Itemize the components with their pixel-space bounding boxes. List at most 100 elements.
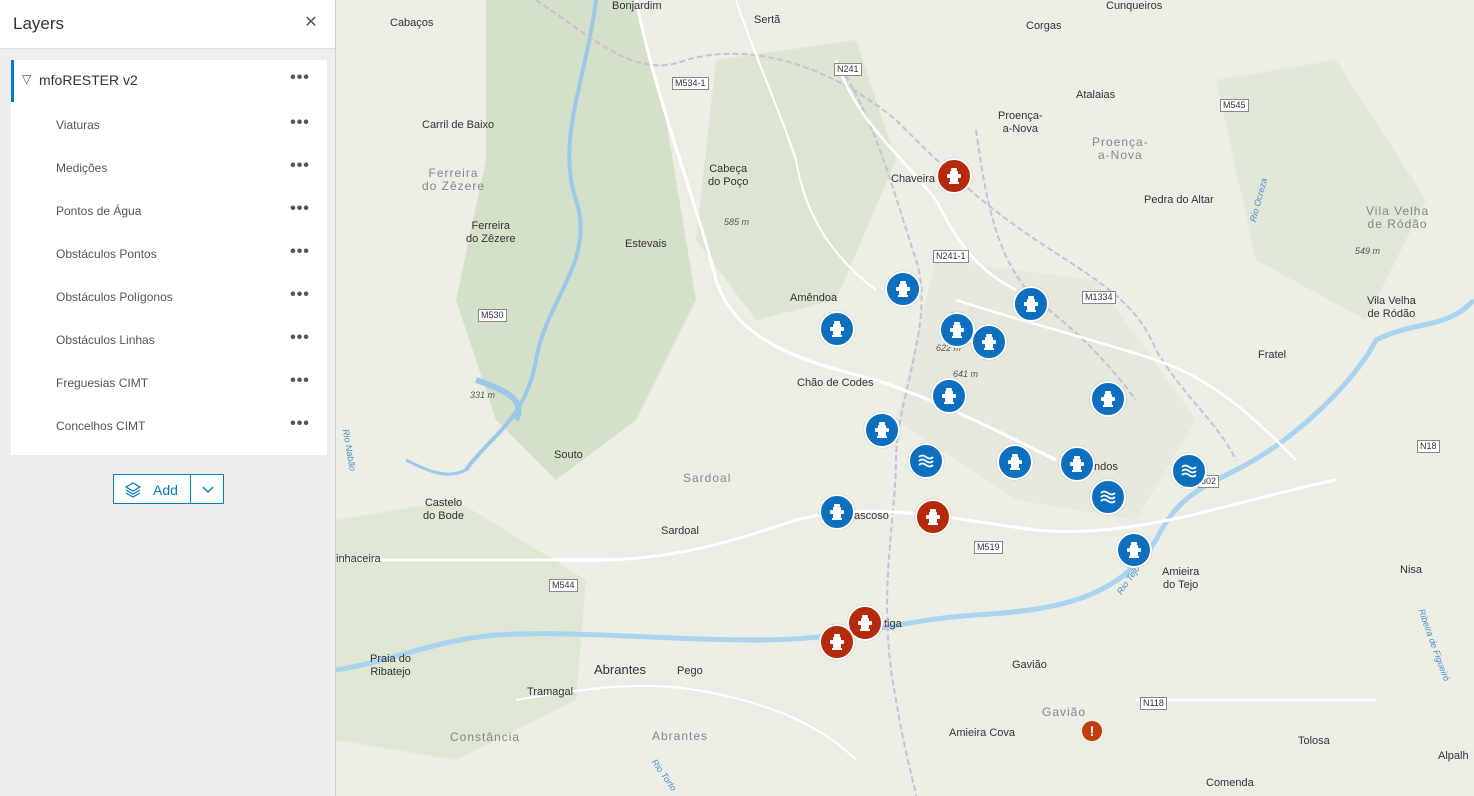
layer-item-obstaculos-linhas[interactable]: Obstáculos Linhas ••• <box>11 320 327 363</box>
water-waves-icon <box>918 454 934 468</box>
place-label: Vila Velha de Ródão <box>1367 295 1416 320</box>
layer-item-obstaculos-pontos[interactable]: Obstáculos Pontos ••• <box>11 234 327 277</box>
hydrant-marker[interactable] <box>997 444 1033 480</box>
hydrant-marker[interactable] <box>885 271 921 307</box>
layer-actions-button[interactable]: ••• <box>289 286 311 304</box>
place-label: Corgas <box>1026 20 1062 32</box>
layer-item-viaturas[interactable]: Viaturas ••• <box>11 105 327 148</box>
layer-item-obstaculos-poligonos[interactable]: Obstáculos Polígonos ••• <box>11 277 327 320</box>
hydrant-marker[interactable] <box>864 412 900 448</box>
layer-item-label: Medições <box>56 161 108 175</box>
alert-exclamation-icon[interactable]: ! <box>1082 721 1102 741</box>
hydrant-marker[interactable] <box>819 494 855 530</box>
add-layer-button[interactable]: Add <box>113 474 191 504</box>
fire-hydrant-icon <box>982 334 996 350</box>
place-label: Ferreira do Zêzere <box>466 220 516 245</box>
place-label: Souto <box>554 449 583 461</box>
add-button-label: Add <box>153 482 178 498</box>
obstacle-hydrant-marker[interactable] <box>936 158 972 194</box>
layers-icon <box>124 482 142 498</box>
hydrant-marker[interactable] <box>971 324 1007 360</box>
water-point-marker[interactable] <box>1090 479 1126 515</box>
layer-item-concelhos-cimt[interactable]: Concelhos CIMT ••• <box>11 406 327 449</box>
fire-hydrant-icon <box>942 388 956 404</box>
region-label: Constância <box>450 730 521 744</box>
layer-list: ▽ mfoRESTER v2 ••• Viaturas ••• Medições… <box>11 60 327 455</box>
place-label: Sertã <box>754 14 781 26</box>
road-shield: M544 <box>549 579 578 592</box>
road-shield: N241 <box>834 63 862 76</box>
layer-actions-button[interactable]: ••• <box>289 329 311 347</box>
road-shield: N18 <box>1417 440 1440 453</box>
region-label: Abrantes <box>652 729 709 743</box>
layer-group-label: mfoRESTER v2 <box>39 72 138 88</box>
fire-hydrant-icon <box>896 281 910 297</box>
hydrant-marker[interactable] <box>1116 532 1152 568</box>
region-label: Ferreira do Zêzere <box>422 166 486 193</box>
close-icon[interactable]: ✕ <box>301 12 321 34</box>
place-label: ndos <box>1094 461 1118 473</box>
fire-hydrant-icon <box>1024 296 1038 312</box>
place-label: Castelo do Bode <box>423 497 464 522</box>
elevation-label: 641 m <box>953 369 979 379</box>
fire-hydrant-icon <box>947 168 961 184</box>
hydrant-marker[interactable] <box>1013 286 1049 322</box>
layer-actions-button[interactable]: ••• <box>289 114 311 132</box>
layer-item-freguesias-cimt[interactable]: Freguesias CIMT ••• <box>11 363 327 406</box>
layer-item-label: Obstáculos Polígonos <box>56 290 173 304</box>
place-label: Pego <box>677 665 703 677</box>
basemap <box>336 0 1474 796</box>
place-label: Tramagal <box>527 686 574 698</box>
hydrant-marker[interactable] <box>1059 446 1095 482</box>
place-label: Chaveira <box>891 173 936 185</box>
obstacle-hydrant-marker[interactable] <box>915 499 951 535</box>
place-label: Comenda <box>1206 777 1254 789</box>
chevron-down-icon <box>202 486 214 493</box>
place-label: Cabeça do Poço <box>708 163 749 188</box>
layer-item-label: Obstáculos Pontos <box>56 247 157 261</box>
add-dropdown-button[interactable] <box>190 474 224 504</box>
layer-item-label: Viaturas <box>56 118 100 132</box>
obstacle-hydrant-marker[interactable] <box>819 624 855 660</box>
place-label: Atalaias <box>1076 89 1116 101</box>
place-label: Amieira do Tejo <box>1162 566 1200 591</box>
layer-group-actions-button[interactable]: ••• <box>289 69 311 87</box>
layer-actions-button[interactable]: ••• <box>289 372 311 390</box>
layer-item-pontos-de-agua[interactable]: Pontos de Água ••• <box>11 191 327 234</box>
region-label: Proença- a-Nova <box>1092 135 1149 162</box>
hydrant-marker[interactable] <box>1090 381 1126 417</box>
place-label: Proença- a-Nova <box>998 110 1043 135</box>
layer-group-mforester[interactable]: ▽ mfoRESTER v2 ••• <box>11 60 327 102</box>
fire-hydrant-icon <box>1008 454 1022 470</box>
elevation-label: 549 m <box>1355 246 1381 256</box>
layer-item-medicoes[interactable]: Medições ••• <box>11 148 327 191</box>
place-label: inhaceira <box>336 553 381 565</box>
fire-hydrant-icon <box>858 615 872 631</box>
place-label: Praia do Ribatejo <box>370 653 411 678</box>
panel-title: Layers <box>13 14 65 33</box>
fire-hydrant-icon <box>1070 456 1084 472</box>
place-label: Alpalh <box>1438 750 1469 762</box>
fire-hydrant-icon <box>950 322 964 338</box>
water-point-marker[interactable] <box>1171 453 1207 489</box>
caret-down-icon[interactable]: ▽ <box>22 72 31 86</box>
place-label: Abrantes <box>594 662 647 677</box>
layer-item-label: Freguesias CIMT <box>56 376 149 390</box>
road-shield: N241-1 <box>933 250 969 263</box>
layer-actions-button[interactable]: ••• <box>289 243 311 261</box>
panel-header: Layers ✕ <box>0 0 335 49</box>
layer-actions-button[interactable]: ••• <box>289 200 311 218</box>
region-label: Sardoal <box>683 471 732 485</box>
place-label: Cunqueiros <box>1106 0 1163 12</box>
water-waves-icon <box>1100 490 1116 504</box>
hydrant-marker[interactable] <box>939 312 975 348</box>
place-label: Carril de Baixo <box>422 119 495 131</box>
layer-actions-button[interactable]: ••• <box>289 157 311 175</box>
hydrant-marker[interactable] <box>931 378 967 414</box>
road-shield: N118 <box>1140 697 1167 710</box>
layer-actions-button[interactable]: ••• <box>289 415 311 433</box>
place-label: Estevais <box>625 238 667 250</box>
hydrant-marker[interactable] <box>819 311 855 347</box>
water-point-marker[interactable] <box>908 443 944 479</box>
map-view[interactable]: Bonjardim Sertã Cunqueiros Cabaços Corga… <box>336 0 1474 796</box>
